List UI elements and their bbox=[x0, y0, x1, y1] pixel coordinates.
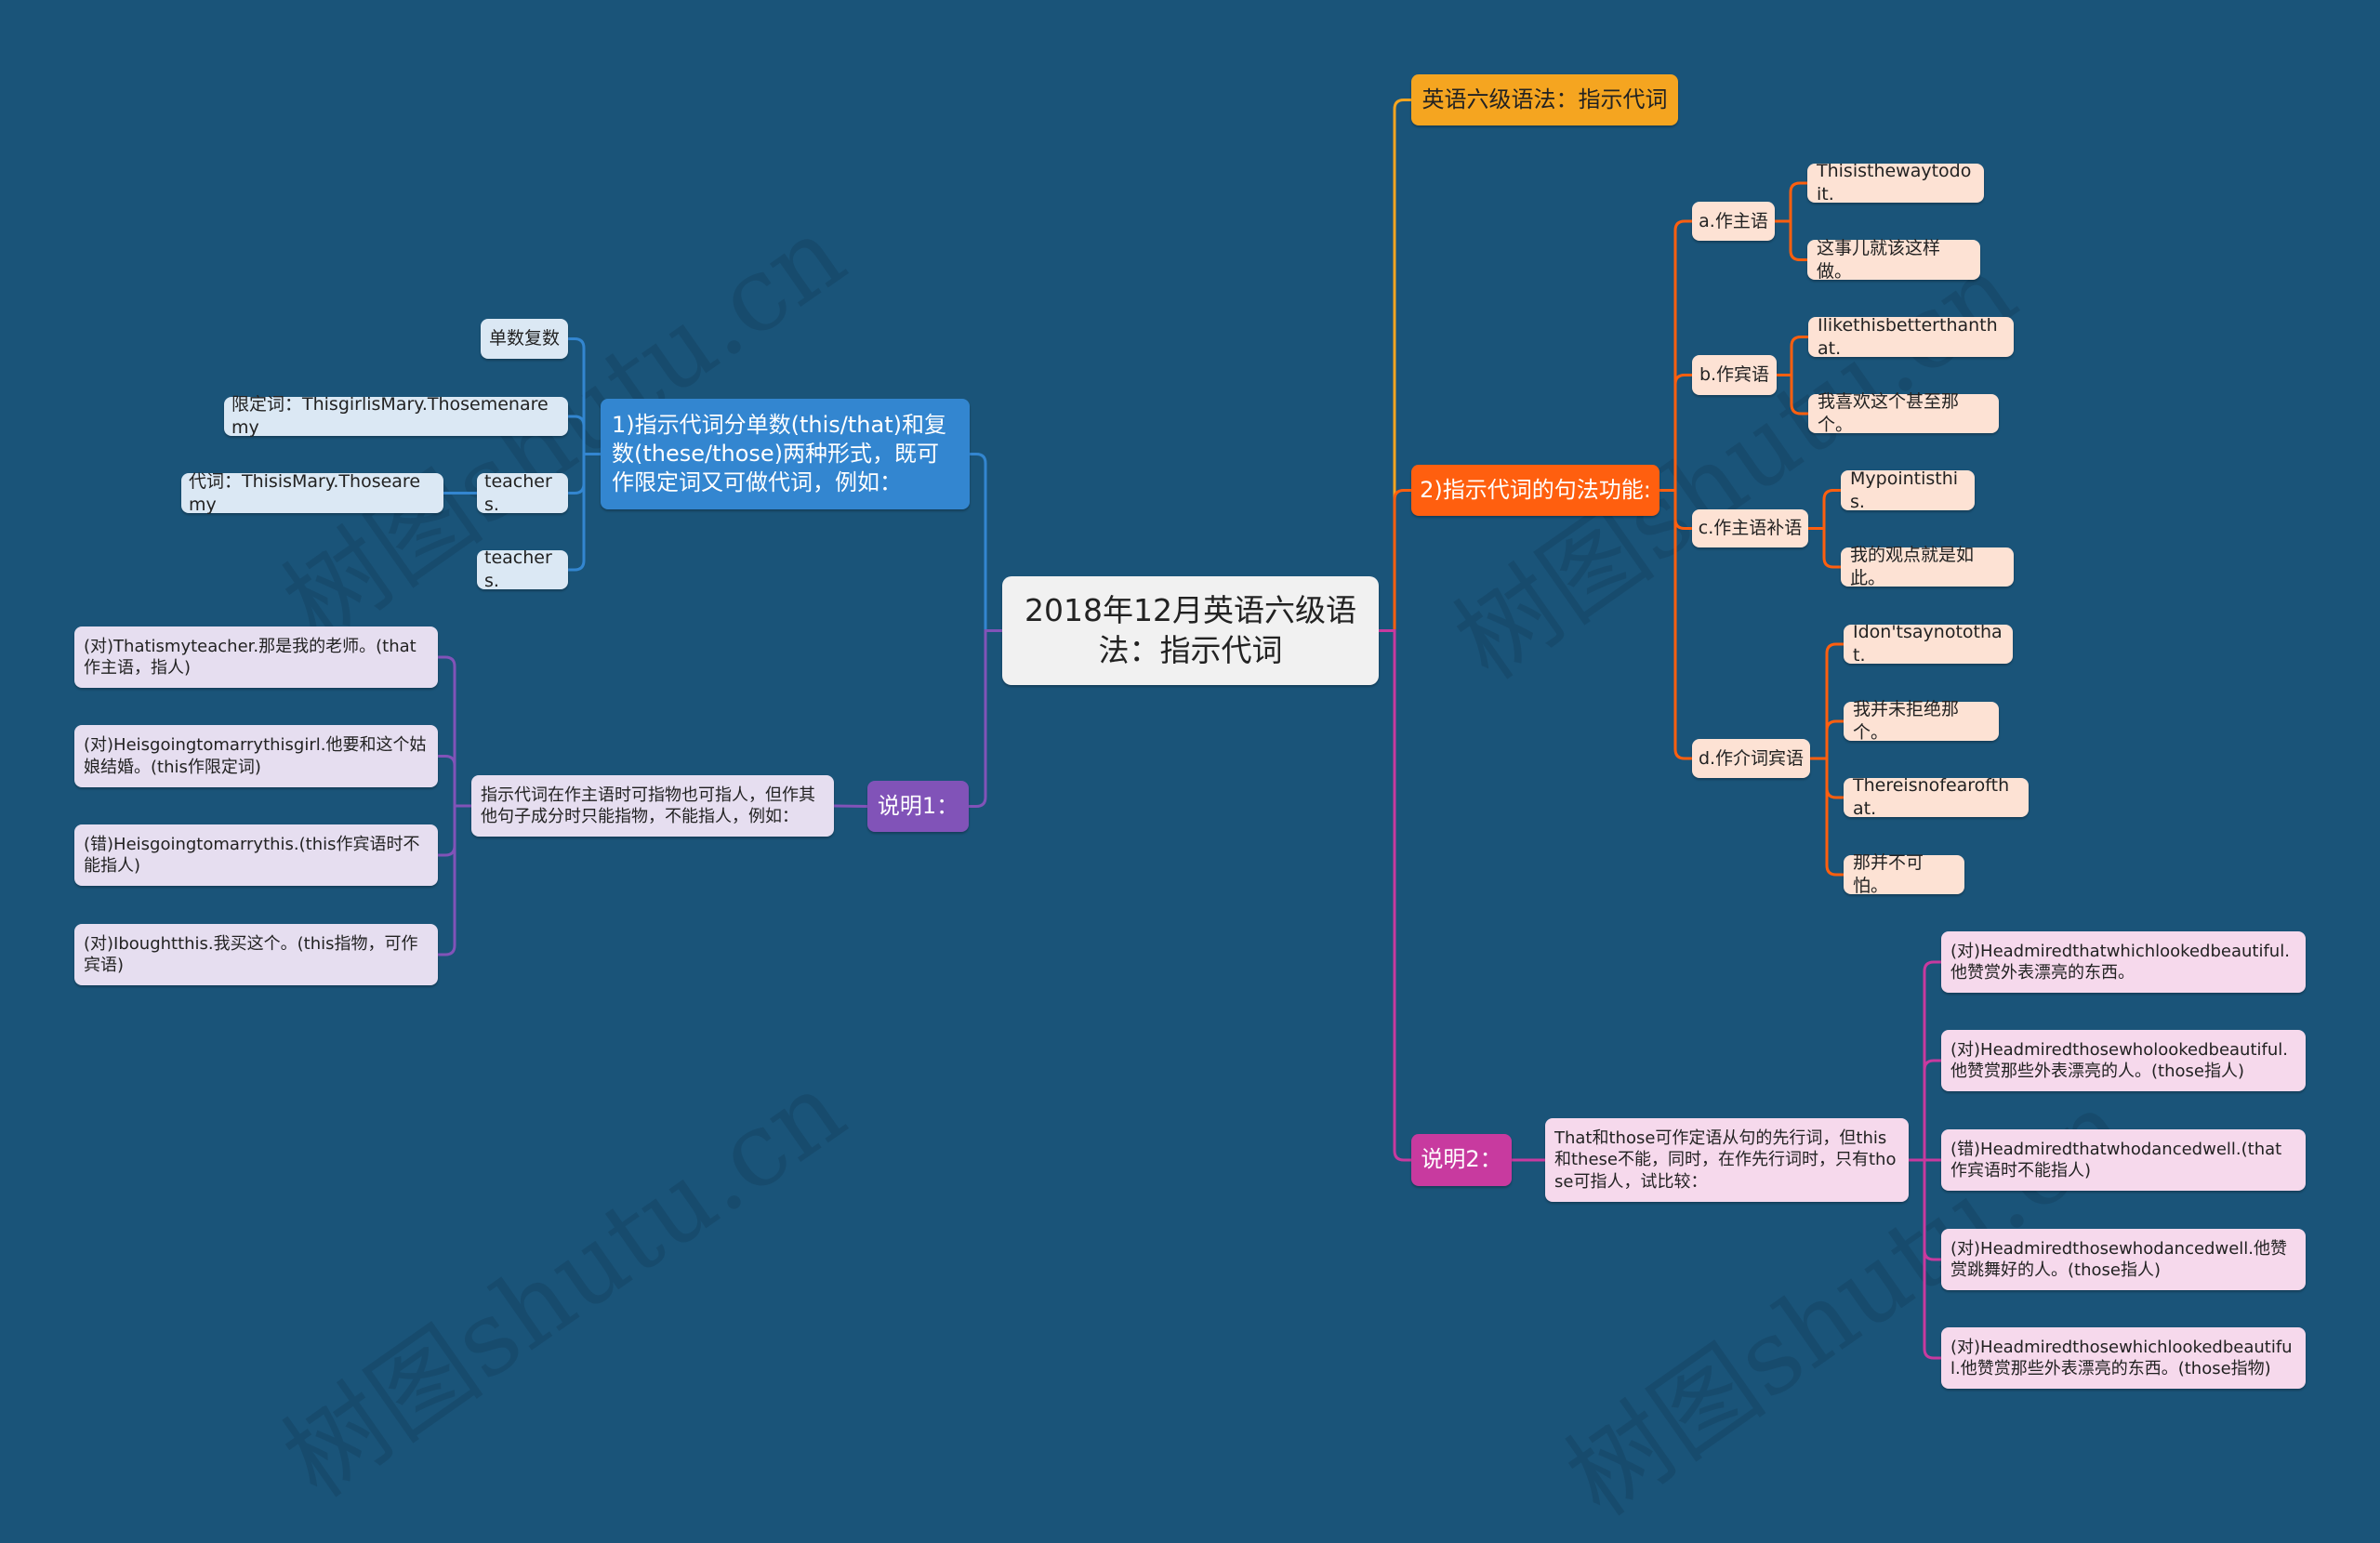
connector-line bbox=[438, 755, 471, 808]
note-2-example[interactable]: (对)Headmiredthatwhichlookedbeautiful.他赞赏… bbox=[1941, 931, 2306, 993]
connector-line bbox=[1379, 489, 1411, 632]
subtopic-singular-plural[interactable]: 单数复数 bbox=[481, 319, 568, 359]
function-example[interactable]: Ilikethisbetterthanthat. bbox=[1808, 315, 2014, 359]
branch-note-1[interactable]: 说明1： bbox=[867, 781, 969, 832]
function-example[interactable]: 那并不可怕。 bbox=[1844, 852, 1964, 896]
connector-line bbox=[568, 415, 601, 455]
note-2-example[interactable]: (对)Headmiredthosewhichlookedbeautiful.他赞… bbox=[1941, 1327, 2306, 1389]
connector-line bbox=[1659, 489, 1692, 760]
function-example[interactable]: Thisisthewaytodoit. bbox=[1807, 161, 1984, 204]
branch-note-2[interactable]: 说明2： bbox=[1411, 1134, 1512, 1186]
connector-line bbox=[1775, 181, 1807, 223]
connector-line bbox=[1379, 629, 1411, 1162]
function-example[interactable]: Idon'tsaynotothat. bbox=[1844, 622, 2013, 666]
connector-line bbox=[1777, 374, 1808, 415]
function-example[interactable]: 这事儿就该这样做。 bbox=[1807, 238, 1980, 282]
function-subject[interactable]: a.作主语 bbox=[1692, 202, 1775, 241]
branch-demonstrative-forms[interactable]: 1)指示代词分单数(this/that)和复数(these/those)两种形式… bbox=[601, 399, 970, 509]
note-1-example[interactable]: (对)Heisgoingtomarrythisgirl.他要和这个姑娘结婚。(t… bbox=[74, 725, 438, 787]
connector-line bbox=[969, 629, 1002, 808]
root-topic-label: 2018年12月英语六级语法：指示代词 bbox=[1025, 591, 1356, 668]
branch-label: 1)指示代词分单数(this/that)和复数(these/those)两种形式… bbox=[612, 411, 946, 496]
connector-line bbox=[1808, 489, 1841, 530]
connector-line bbox=[1775, 219, 1807, 261]
root-topic[interactable]: 2018年12月英语六级语法：指示代词 bbox=[1002, 576, 1379, 685]
function-example[interactable]: Mypointisthis. bbox=[1841, 468, 1975, 512]
function-example[interactable]: 我的观点就是如此。 bbox=[1841, 545, 2014, 588]
note-2-example[interactable]: (错)Headmiredthatwhodancedwell.(that作宾语时不… bbox=[1941, 1129, 2306, 1191]
subtopic-teachers[interactable]: teachers. bbox=[477, 547, 568, 591]
note-2-example[interactable]: (对)Headmiredthosewholookedbeautiful.他赞赏那… bbox=[1941, 1030, 2306, 1091]
connector-line bbox=[568, 453, 601, 572]
subtopic-determiner-example[interactable]: 限定词：ThisgirlisMary.Thosemenaremy bbox=[224, 394, 568, 438]
connector-line bbox=[970, 453, 1002, 632]
connector-line bbox=[1659, 374, 1692, 492]
note-1-example[interactable]: (错)Heisgoingtomarrythis.(this作宾语时不能指人) bbox=[74, 824, 438, 886]
note-2-example[interactable]: (对)Headmiredthosewhodancedwell.他赞赏跳舞好的人。… bbox=[1941, 1229, 2306, 1290]
connector-line bbox=[1777, 336, 1808, 376]
connector-line bbox=[1808, 527, 1841, 569]
function-prepositional-object[interactable]: d.作介词宾语 bbox=[1692, 739, 1810, 778]
note-1-example[interactable]: (对)Thatismyteacher.那是我的老师。(that作主语，指人) bbox=[74, 626, 438, 688]
function-object[interactable]: b.作宾语 bbox=[1692, 355, 1777, 395]
connector-line bbox=[1810, 719, 1844, 760]
connector-line bbox=[438, 804, 471, 956]
note-1-description[interactable]: 指示代词在作主语时可指物也可指人，但作其他句子成分时只能指物，不能指人，例如： bbox=[471, 775, 834, 837]
function-example[interactable]: 我并未拒绝那个。 bbox=[1844, 699, 1999, 743]
connector-line bbox=[1810, 757, 1844, 877]
connector-line bbox=[1909, 1059, 1941, 1162]
function-subject-complement[interactable]: c.作主语补语 bbox=[1692, 509, 1808, 547]
branch-title[interactable]: 英语六级语法：指示代词 bbox=[1411, 74, 1678, 125]
subtopic-pronoun-example[interactable]: 代词：ThisisMary.Thosearemy bbox=[181, 471, 443, 515]
subtopic-teachers[interactable]: teachers. bbox=[477, 471, 568, 515]
connector-line bbox=[833, 804, 868, 808]
note-1-example[interactable]: (对)Iboughtthis.我买这个。(this指物，可作宾语) bbox=[74, 924, 438, 985]
function-example[interactable]: 我喜欢这个甚至那个。 bbox=[1808, 391, 1999, 435]
branch-syntactic-functions[interactable]: 2)指示代词的句法功能: bbox=[1411, 465, 1659, 516]
note-2-description[interactable]: That和those可作定语从句的先行词，但this和these不能，同时，在作… bbox=[1545, 1118, 1909, 1202]
function-example[interactable]: Thereisnofearofthat. bbox=[1844, 775, 2029, 819]
